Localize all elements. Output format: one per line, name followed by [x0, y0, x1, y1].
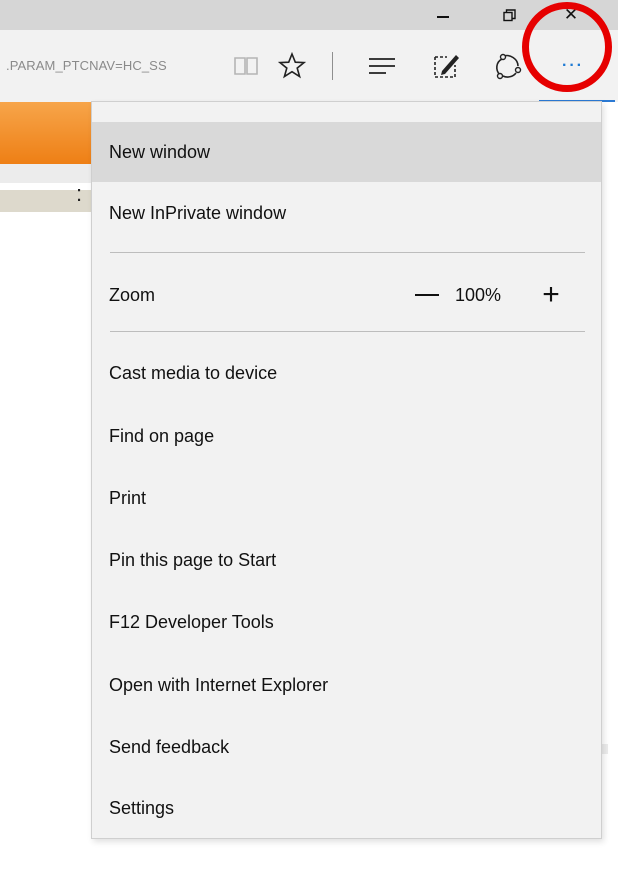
- menu-item-label: F12 Developer Tools: [109, 611, 274, 632]
- hub-icon: [369, 58, 395, 74]
- address-bar[interactable]: .PARAM_PTCNAV=HC_SS: [6, 53, 226, 79]
- menu-item-cast-media[interactable]: Cast media to device: [92, 343, 601, 403]
- zoom-out-button[interactable]: [412, 283, 442, 307]
- toolbar-divider: [332, 52, 333, 80]
- reading-view-button[interactable]: [232, 53, 260, 79]
- close-icon: ✕: [563, 5, 579, 24]
- menu-item-label: Open with Internet Explorer: [109, 674, 329, 695]
- more-actions-button[interactable]: ···: [553, 52, 593, 80]
- menu-separator: [110, 252, 585, 253]
- minimize-icon: [437, 16, 449, 18]
- menu-item-developer-tools[interactable]: F12 Developer Tools: [92, 592, 601, 652]
- zoom-in-button[interactable]: +: [537, 278, 565, 311]
- reading-view-icon: [234, 57, 258, 75]
- close-button[interactable]: ✕: [548, 0, 594, 30]
- menu-item-label: Settings: [109, 797, 175, 818]
- browser-toolbar: .PARAM_PTCNAV=HC_SS ···: [0, 30, 618, 103]
- menu-item-label: Find on page: [109, 425, 215, 446]
- more-actions-menu: New window New InPrivate window Zoom 100…: [91, 101, 602, 839]
- menu-item-print[interactable]: Print: [92, 468, 601, 528]
- share-button[interactable]: [490, 50, 524, 82]
- menu-item-label: Send feedback: [109, 736, 230, 757]
- zoom-level: 100%: [455, 284, 502, 305]
- page-colon-text: :: [76, 181, 83, 206]
- menu-separator: [110, 331, 585, 332]
- menu-item-pin-to-start[interactable]: Pin this page to Start: [92, 530, 601, 590]
- favorite-button[interactable]: [277, 51, 307, 81]
- menu-item-send-feedback[interactable]: Send feedback: [92, 717, 601, 777]
- menu-item-label: New window: [109, 141, 211, 162]
- hub-button[interactable]: [365, 52, 399, 80]
- web-note-icon: [434, 55, 459, 78]
- favorite-star-icon: [278, 52, 306, 79]
- restore-icon: [502, 8, 516, 21]
- zoom-label: Zoom: [109, 284, 156, 305]
- zoom-row: Zoom 100% +: [92, 265, 601, 325]
- menu-item-new-inprivate-window[interactable]: New InPrivate window: [92, 183, 601, 243]
- menu-item-label: Pin this page to Start: [109, 549, 277, 570]
- menu-item-label: Print: [109, 487, 147, 508]
- browser-window: ✕ .PARAM_PTCNAV=HC_SS ···: New window N…: [0, 0, 618, 869]
- page-header-banner: [0, 102, 92, 164]
- web-note-button[interactable]: [429, 50, 463, 82]
- menu-item-open-with-ie[interactable]: Open with Internet Explorer: [92, 655, 601, 715]
- share-icon: [496, 53, 522, 80]
- menu-item-settings[interactable]: Settings: [92, 778, 601, 838]
- zoom-out-icon: [415, 294, 439, 296]
- menu-item-label: Cast media to device: [109, 362, 278, 383]
- restore-button[interactable]: [486, 0, 532, 30]
- menu-item-label: New InPrivate window: [109, 202, 287, 223]
- more-actions-icon: ···: [562, 57, 584, 74]
- title-bar: ✕: [0, 0, 618, 30]
- menu-item-new-window[interactable]: New window: [92, 122, 601, 182]
- minimize-button[interactable]: [420, 0, 466, 30]
- menu-item-find-on-page[interactable]: Find on page: [92, 406, 601, 466]
- zoom-in-icon: +: [542, 278, 560, 311]
